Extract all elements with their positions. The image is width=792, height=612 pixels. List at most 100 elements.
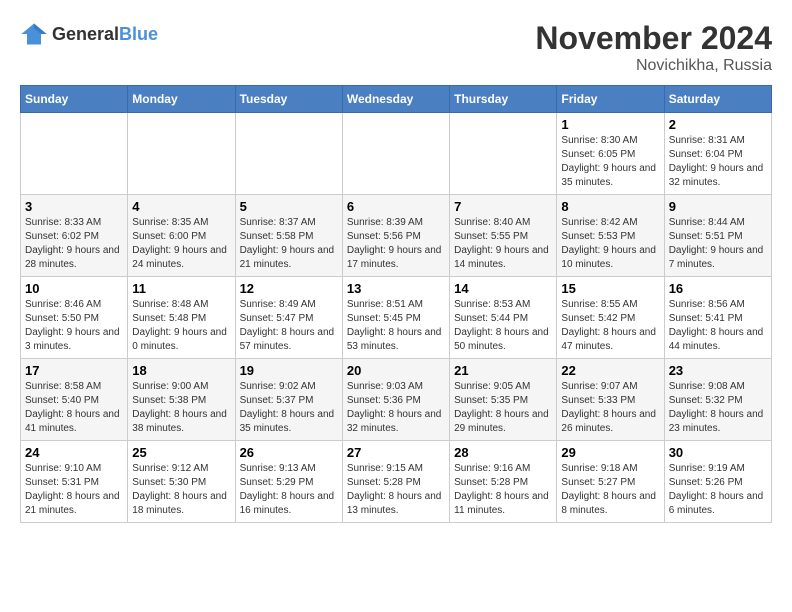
calendar-cell: 27Sunrise: 9:15 AM Sunset: 5:28 PM Dayli… bbox=[342, 441, 449, 523]
day-of-week-header: Friday bbox=[557, 86, 664, 113]
calendar-cell: 12 Sunrise: 8:49 AM Sunset: 5:47 PM Dayli… bbox=[235, 277, 342, 359]
day-info: Sunrise: 9:07 AM Sunset: 5:33 PM Dayligh… bbox=[561, 380, 659, 436]
day-number: 13 bbox=[347, 281, 445, 296]
calendar-cell: 18 Sunrise: 9:00 AM Sunset: 5:38 PM Dayli… bbox=[128, 359, 235, 441]
calendar-cell: 30 Sunrise: 9:19 AM Sunset: 5:26 PM Dayli… bbox=[664, 441, 771, 523]
calendar-cell: 2 Sunrise: 8:31 AM Sunset: 6:04 PM Daylig… bbox=[664, 113, 771, 195]
day-number: 4 bbox=[132, 199, 230, 214]
day-info: Sunrise: 9:10 AM Sunset: 5:31 PM Dayligh… bbox=[25, 462, 123, 518]
day-number: 14 bbox=[454, 281, 552, 296]
day-number: 7 bbox=[454, 199, 552, 214]
day-info: Sunrise: 9:03 AM Sunset: 5:36 PM Dayligh… bbox=[347, 380, 445, 436]
day-number: 19 bbox=[240, 363, 338, 378]
calendar-cell: 13 Sunrise: 8:51 AM Sunset: 5:45 PM Dayli… bbox=[342, 277, 449, 359]
calendar-cell: 22 Sunrise: 9:07 AM Sunset: 5:33 PM Dayli… bbox=[557, 359, 664, 441]
day-number: 20 bbox=[347, 363, 445, 378]
calendar-cell: 25Sunrise: 9:12 AM Sunset: 5:30 PM Dayli… bbox=[128, 441, 235, 523]
logo-text-blue: Blue bbox=[119, 24, 158, 44]
day-of-week-header: Wednesday bbox=[342, 86, 449, 113]
calendar-cell: 10Sunrise: 8:46 AM Sunset: 5:50 PM Dayli… bbox=[21, 277, 128, 359]
day-number: 10 bbox=[25, 281, 123, 296]
day-number: 16 bbox=[669, 281, 767, 296]
day-info: Sunrise: 8:35 AM Sunset: 6:00 PM Dayligh… bbox=[132, 216, 230, 272]
day-number: 26 bbox=[240, 445, 338, 460]
day-number: 12 bbox=[240, 281, 338, 296]
title-area: November 2024 Novichikha, Russia bbox=[535, 20, 772, 75]
day-info: Sunrise: 8:48 AM Sunset: 5:48 PM Dayligh… bbox=[132, 298, 230, 354]
day-info: Sunrise: 8:42 AM Sunset: 5:53 PM Dayligh… bbox=[561, 216, 659, 272]
day-number: 17 bbox=[25, 363, 123, 378]
day-info: Sunrise: 8:49 AM Sunset: 5:47 PM Dayligh… bbox=[240, 298, 338, 354]
calendar-cell: 3Sunrise: 8:33 AM Sunset: 6:02 PM Daylig… bbox=[21, 195, 128, 277]
calendar-cell: 8 Sunrise: 8:42 AM Sunset: 5:53 PM Daylig… bbox=[557, 195, 664, 277]
day-number: 18 bbox=[132, 363, 230, 378]
day-number: 11 bbox=[132, 281, 230, 296]
day-info: Sunrise: 9:02 AM Sunset: 5:37 PM Dayligh… bbox=[240, 380, 338, 436]
calendar-cell: 11 Sunrise: 8:48 AM Sunset: 5:48 PM Dayli… bbox=[128, 277, 235, 359]
day-number: 2 bbox=[669, 117, 767, 132]
day-info: Sunrise: 9:16 AM Sunset: 5:28 PM Dayligh… bbox=[454, 462, 552, 518]
day-info: Sunrise: 8:51 AM Sunset: 5:45 PM Dayligh… bbox=[347, 298, 445, 354]
logo-icon bbox=[20, 20, 48, 48]
calendar-cell: 4 Sunrise: 8:35 AM Sunset: 6:00 PM Daylig… bbox=[128, 195, 235, 277]
calendar-cell: 23 Sunrise: 9:08 AM Sunset: 5:32 PM Dayli… bbox=[664, 359, 771, 441]
day-info: Sunrise: 8:31 AM Sunset: 6:04 PM Dayligh… bbox=[669, 134, 767, 190]
day-of-week-header: Saturday bbox=[664, 86, 771, 113]
calendar-cell bbox=[21, 113, 128, 195]
calendar-week-row: 10Sunrise: 8:46 AM Sunset: 5:50 PM Dayli… bbox=[21, 277, 772, 359]
day-info: Sunrise: 8:58 AM Sunset: 5:40 PM Dayligh… bbox=[25, 380, 123, 436]
days-of-week-row: SundayMondayTuesdayWednesdayThursdayFrid… bbox=[21, 86, 772, 113]
day-number: 6 bbox=[347, 199, 445, 214]
calendar-cell bbox=[342, 113, 449, 195]
day-info: Sunrise: 8:40 AM Sunset: 5:55 PM Dayligh… bbox=[454, 216, 552, 272]
calendar-cell bbox=[235, 113, 342, 195]
day-number: 23 bbox=[669, 363, 767, 378]
calendar-cell: 14 Sunrise: 8:53 AM Sunset: 5:44 PM Dayli… bbox=[450, 277, 557, 359]
day-of-week-header: Sunday bbox=[21, 86, 128, 113]
day-info: Sunrise: 9:18 AM Sunset: 5:27 PM Dayligh… bbox=[561, 462, 659, 518]
day-number: 21 bbox=[454, 363, 552, 378]
day-number: 8 bbox=[561, 199, 659, 214]
day-info: Sunrise: 9:19 AM Sunset: 5:26 PM Dayligh… bbox=[669, 462, 767, 518]
day-info: Sunrise: 9:05 AM Sunset: 5:35 PM Dayligh… bbox=[454, 380, 552, 436]
calendar-cell: 28Sunrise: 9:16 AM Sunset: 5:28 PM Dayli… bbox=[450, 441, 557, 523]
day-info: Sunrise: 9:13 AM Sunset: 5:29 PM Dayligh… bbox=[240, 462, 338, 518]
calendar-cell: 17 Sunrise: 8:58 AM Sunset: 5:40 PM Dayli… bbox=[21, 359, 128, 441]
logo: GeneralBlue bbox=[20, 20, 158, 48]
calendar-cell: 21 Sunrise: 9:05 AM Sunset: 5:35 PM Dayli… bbox=[450, 359, 557, 441]
calendar-cell: 19 Sunrise: 9:02 AM Sunset: 5:37 PM Dayli… bbox=[235, 359, 342, 441]
location-title: Novichikha, Russia bbox=[535, 57, 772, 75]
day-number: 27 bbox=[347, 445, 445, 460]
day-info: Sunrise: 8:55 AM Sunset: 5:42 PM Dayligh… bbox=[561, 298, 659, 354]
calendar-week-row: 24Sunrise: 9:10 AM Sunset: 5:31 PM Dayli… bbox=[21, 441, 772, 523]
day-number: 15 bbox=[561, 281, 659, 296]
day-number: 1 bbox=[561, 117, 659, 132]
page-header: GeneralBlue November 2024 Novichikha, Ru… bbox=[20, 20, 772, 75]
calendar-week-row: 1Sunrise: 8:30 AM Sunset: 6:05 PM Daylig… bbox=[21, 113, 772, 195]
day-info: Sunrise: 9:00 AM Sunset: 5:38 PM Dayligh… bbox=[132, 380, 230, 436]
calendar-cell: 29Sunrise: 9:18 AM Sunset: 5:27 PM Dayli… bbox=[557, 441, 664, 523]
day-number: 9 bbox=[669, 199, 767, 214]
calendar-cell: 5Sunrise: 8:37 AM Sunset: 5:58 PM Daylig… bbox=[235, 195, 342, 277]
calendar-cell: 26 Sunrise: 9:13 AM Sunset: 5:29 PM Dayli… bbox=[235, 441, 342, 523]
day-number: 22 bbox=[561, 363, 659, 378]
day-of-week-header: Monday bbox=[128, 86, 235, 113]
calendar-body: 1Sunrise: 8:30 AM Sunset: 6:05 PM Daylig… bbox=[21, 113, 772, 523]
calendar-cell: 20 Sunrise: 9:03 AM Sunset: 5:36 PM Dayli… bbox=[342, 359, 449, 441]
calendar-cell: 7 Sunrise: 8:40 AM Sunset: 5:55 PM Daylig… bbox=[450, 195, 557, 277]
day-of-week-header: Tuesday bbox=[235, 86, 342, 113]
calendar-cell: 9Sunrise: 8:44 AM Sunset: 5:51 PM Daylig… bbox=[664, 195, 771, 277]
calendar-week-row: 3Sunrise: 8:33 AM Sunset: 6:02 PM Daylig… bbox=[21, 195, 772, 277]
calendar-cell: 16 Sunrise: 8:56 AM Sunset: 5:41 PM Dayli… bbox=[664, 277, 771, 359]
day-info: Sunrise: 8:56 AM Sunset: 5:41 PM Dayligh… bbox=[669, 298, 767, 354]
logo-text-general: General bbox=[52, 24, 119, 44]
day-number: 30 bbox=[669, 445, 767, 460]
calendar-cell: 6 Sunrise: 8:39 AM Sunset: 5:56 PM Daylig… bbox=[342, 195, 449, 277]
day-number: 5 bbox=[240, 199, 338, 214]
day-info: Sunrise: 8:39 AM Sunset: 5:56 PM Dayligh… bbox=[347, 216, 445, 272]
day-info: Sunrise: 9:08 AM Sunset: 5:32 PM Dayligh… bbox=[669, 380, 767, 436]
day-of-week-header: Thursday bbox=[450, 86, 557, 113]
calendar-week-row: 17 Sunrise: 8:58 AM Sunset: 5:40 PM Dayli… bbox=[21, 359, 772, 441]
calendar-cell: 1Sunrise: 8:30 AM Sunset: 6:05 PM Daylig… bbox=[557, 113, 664, 195]
day-info: Sunrise: 8:53 AM Sunset: 5:44 PM Dayligh… bbox=[454, 298, 552, 354]
